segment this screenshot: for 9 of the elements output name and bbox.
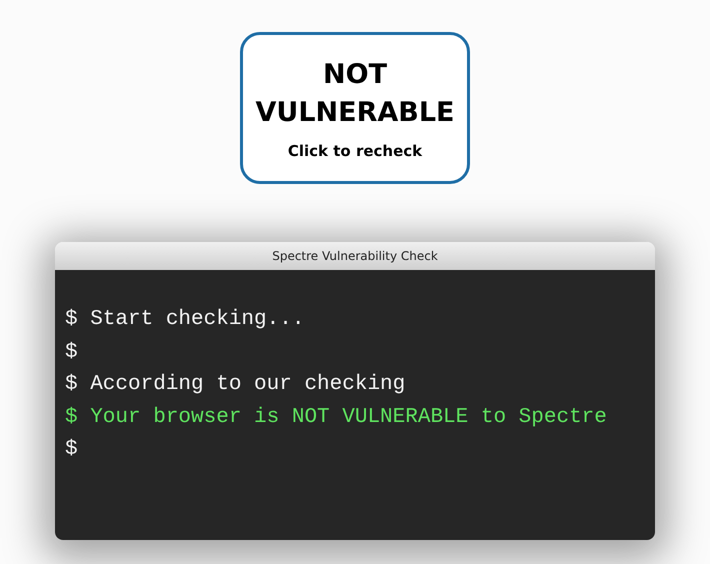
recheck-label: Click to recheck (288, 142, 422, 160)
window-title: Spectre Vulnerability Check (272, 249, 438, 263)
terminal-line: $ According to our checking (65, 372, 406, 398)
status-text: NOT VULNERABLE (254, 58, 456, 130)
terminal-line: $ (65, 437, 78, 463)
terminal-line: $ Start checking... (65, 307, 304, 333)
recheck-button[interactable]: NOT VULNERABLE Click to recheck (240, 32, 470, 184)
terminal-line: $ (65, 340, 78, 366)
terminal-line: $ Your browser is NOT VULNERABLE to Spectre (65, 404, 607, 430)
